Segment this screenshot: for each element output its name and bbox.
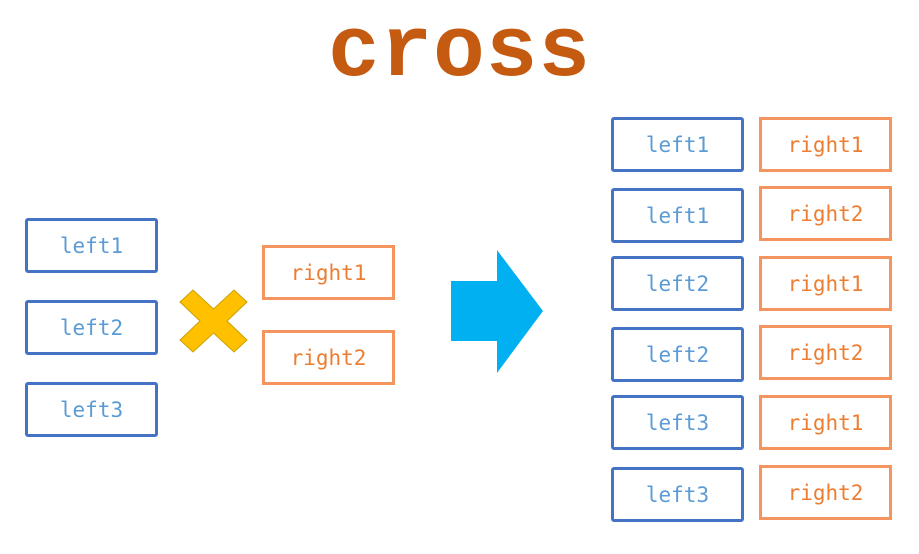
result-right-cell: right1 bbox=[759, 117, 892, 172]
right-arrow-icon bbox=[451, 250, 543, 373]
result-left-cell: left2 bbox=[611, 327, 744, 382]
input-left-item: left3 bbox=[25, 382, 158, 437]
input-left-item: left2 bbox=[25, 300, 158, 355]
input-right-item: right2 bbox=[262, 330, 395, 385]
diagram-title: cross bbox=[327, 3, 592, 101]
result-left-cell: left1 bbox=[611, 188, 744, 243]
result-left-cell: left3 bbox=[611, 395, 744, 450]
result-right-cell: right1 bbox=[759, 395, 892, 450]
result-right-cell: right1 bbox=[759, 256, 892, 311]
result-left-cell: left2 bbox=[611, 256, 744, 311]
result-right-cell: right2 bbox=[759, 465, 892, 520]
result-right-cell: right2 bbox=[759, 186, 892, 241]
input-left-item: left1 bbox=[25, 218, 158, 273]
input-right-item: right1 bbox=[262, 245, 395, 300]
result-left-cell: left3 bbox=[611, 467, 744, 522]
result-right-cell: right2 bbox=[759, 325, 892, 380]
result-left-cell: left1 bbox=[611, 117, 744, 172]
multiply-cross-icon bbox=[179, 289, 248, 353]
